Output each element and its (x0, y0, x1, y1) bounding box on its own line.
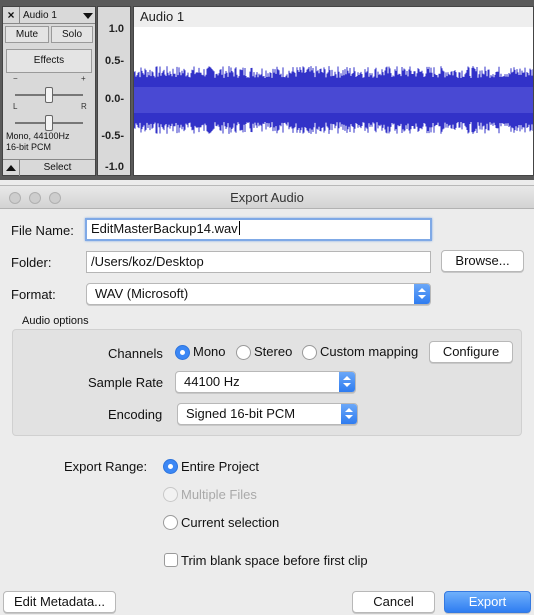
ruler-label: -1.0 (105, 161, 124, 173)
track-header: × Audio 1 (3, 7, 95, 24)
dialog-title: Export Audio (230, 190, 304, 205)
ruler-label: 0.0- (105, 93, 124, 105)
track-control-panel: × Audio 1 Mute Solo Effects − + L R Mono… (2, 6, 96, 176)
encoding-label: Encoding (108, 407, 163, 422)
channel-custom-label[interactable]: Custom mapping (320, 344, 418, 359)
select-arrows-icon (414, 284, 430, 304)
waveform-title: Audio 1 (140, 9, 185, 24)
export-button[interactable]: Export (444, 591, 531, 613)
waveform[interactable] (134, 7, 534, 176)
channels-label: Channels (108, 346, 163, 361)
format-label: Format: (11, 287, 56, 302)
sample-rate-label: Sample Rate (88, 375, 164, 390)
pan-right-label: R (81, 102, 87, 111)
mute-button[interactable]: Mute (5, 26, 49, 43)
file-name-input[interactable]: EditMasterBackup14.wav (85, 218, 432, 241)
range-multiple-radio (163, 487, 178, 502)
configure-button[interactable]: Configure (429, 341, 513, 363)
file-name-label: File Name: (11, 223, 74, 238)
trim-label[interactable]: Trim blank space before first clip (181, 553, 368, 568)
channel-custom-radio[interactable] (302, 345, 317, 360)
encoding-selected-value: Signed 16-bit PCM (186, 406, 296, 421)
range-entire-label[interactable]: Entire Project (181, 459, 259, 474)
gain-slider[interactable] (15, 87, 83, 103)
effects-button[interactable]: Effects (6, 49, 92, 73)
collapse-track-icon[interactable] (3, 160, 20, 176)
select-arrows-icon (339, 372, 355, 392)
pan-slider-thumb[interactable] (45, 115, 53, 131)
range-current-label[interactable]: Current selection (181, 515, 279, 530)
channel-mono-radio[interactable] (175, 345, 190, 360)
chevron-down-icon[interactable] (81, 7, 95, 24)
audio-track: × Audio 1 Mute Solo Effects − + L R Mono… (0, 0, 534, 180)
pan-left-label: L (13, 102, 18, 111)
track-format-info: Mono, 44100Hz (6, 131, 70, 141)
export-audio-dialog: Export Audio File Name: EditMasterBackup… (0, 185, 534, 615)
gain-slider-thumb[interactable] (45, 87, 53, 103)
gain-minus-label: − (13, 74, 18, 83)
folder-label: Folder: (11, 255, 52, 270)
app-window: × Audio 1 Mute Solo Effects − + L R Mono… (0, 0, 534, 615)
sample-rate-select[interactable]: 44100 Hz (175, 371, 356, 393)
track-bitdepth-info: 16-bit PCM (6, 142, 52, 152)
range-entire-radio[interactable] (163, 459, 178, 474)
dialog-titlebar: Export Audio (0, 186, 534, 209)
waveform-title-bar (134, 7, 533, 27)
audio-options-label: Audio options (22, 315, 89, 327)
gain-plus-label: + (81, 74, 86, 83)
ruler-label: -0.5- (101, 130, 124, 142)
format-select[interactable]: WAV (Microsoft) (86, 283, 431, 305)
text-caret (238, 221, 240, 235)
format-selected-value: WAV (Microsoft) (95, 286, 189, 301)
waveform-area[interactable]: Audio 1 (133, 6, 534, 176)
ruler-label: 1.0 (108, 23, 124, 35)
range-multiple-label: Multiple Files (181, 487, 257, 502)
channel-stereo-label[interactable]: Stereo (254, 344, 292, 359)
sample-rate-selected-value: 44100 Hz (184, 374, 240, 389)
waveform-rms (134, 87, 533, 113)
channel-mono-label[interactable]: Mono (193, 344, 226, 359)
trim-checkbox[interactable] (164, 553, 178, 567)
channel-stereo-radio[interactable] (236, 345, 251, 360)
select-track-button[interactable]: Select (20, 160, 95, 176)
cancel-button[interactable]: Cancel (352, 591, 435, 613)
ruler-label: 0.5- (105, 55, 124, 67)
close-track-icon[interactable]: × (3, 7, 20, 24)
edit-metadata-button[interactable]: Edit Metadata... (3, 591, 116, 613)
amplitude-ruler: 1.0 0.5- 0.0- -0.5- -1.0 (97, 6, 131, 176)
track-name-menu[interactable]: Audio 1 (20, 7, 81, 23)
encoding-select[interactable]: Signed 16-bit PCM (177, 403, 358, 425)
export-range-label: Export Range: (64, 459, 148, 474)
track-footer: Select (3, 159, 95, 176)
range-current-radio[interactable] (163, 515, 178, 530)
folder-input[interactable]: /Users/koz/Desktop (86, 251, 431, 273)
file-name-value: EditMasterBackup14.wav (91, 221, 238, 236)
select-arrows-icon (341, 404, 357, 424)
browse-button[interactable]: Browse... (441, 250, 524, 272)
solo-button[interactable]: Solo (51, 26, 93, 43)
pan-slider[interactable] (15, 115, 83, 131)
